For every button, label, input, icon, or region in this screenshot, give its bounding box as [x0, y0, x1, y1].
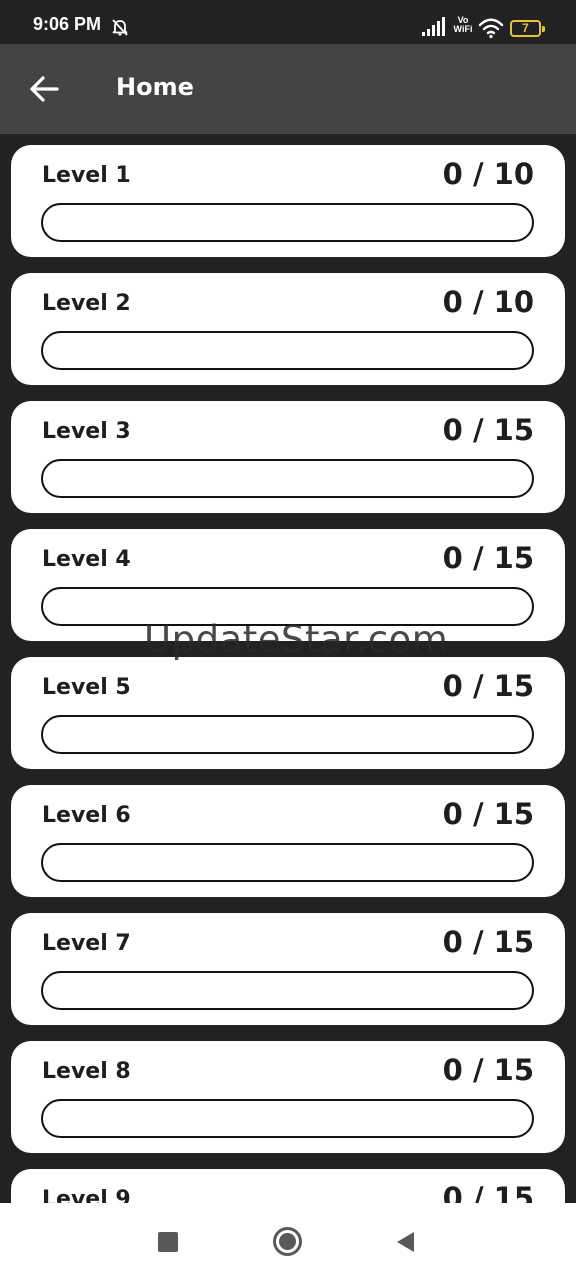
level-name: Level 7 [42, 931, 131, 956]
level-progress-count: 0 / 15 [442, 413, 534, 447]
vowifi-indicator: Vo WiFi [450, 16, 476, 34]
level-progress-count: 0 / 10 [442, 157, 534, 191]
recents-button[interactable] [158, 1232, 178, 1252]
level-progress-bar [41, 971, 534, 1010]
level-card[interactable]: Level 4 0 / 15 [11, 529, 565, 641]
level-progress-bar [41, 203, 534, 242]
level-progress-count: 0 / 15 [442, 669, 534, 703]
level-progress-count: 0 / 10 [442, 285, 534, 319]
level-progress-count: 0 / 15 [442, 541, 534, 575]
level-progress-bar [41, 715, 534, 754]
signal-icon [421, 17, 445, 37]
bell-muted-icon [110, 17, 130, 37]
arrow-left-icon [30, 76, 59, 102]
level-name: Level 9 [42, 1187, 131, 1203]
vowifi-bottom: WiFi [453, 24, 473, 34]
status-bar: 9:06 PM Vo WiFi 7 [0, 0, 576, 44]
level-name: Level 1 [42, 163, 131, 188]
home-button[interactable] [272, 1226, 303, 1257]
level-progress-bar [41, 843, 534, 882]
system-nav-bar [0, 1203, 576, 1280]
level-card[interactable]: Level 3 0 / 15 [11, 401, 565, 513]
level-progress-bar [41, 331, 534, 370]
level-name: Level 5 [42, 675, 131, 700]
level-card[interactable]: Level 9 0 / 15 [11, 1169, 565, 1203]
level-card[interactable]: Level 6 0 / 15 [11, 785, 565, 897]
level-progress-bar [41, 587, 534, 626]
level-card[interactable]: Level 8 0 / 15 [11, 1041, 565, 1153]
level-card[interactable]: Level 1 0 / 10 [11, 145, 565, 257]
level-list[interactable]: Level 10 / 10 Level 20 / 10 Level 30 / 15 L… [0, 134, 576, 1203]
wifi-icon [478, 17, 504, 39]
level-card[interactable]: Level 7 0 / 15 [11, 913, 565, 1025]
level-progress-bar [41, 1099, 534, 1138]
triangle-back-icon [397, 1232, 414, 1252]
level-name: Level 4 [42, 547, 131, 572]
level-name: Level 8 [42, 1059, 131, 1084]
battery-icon: 7 [510, 20, 545, 37]
level-name: Level 3 [42, 419, 131, 444]
level-progress-bar [41, 459, 534, 498]
status-time: 9:06 PM [33, 14, 102, 34]
level-progress-count: 0 / 15 [442, 797, 534, 831]
nav-back-button[interactable] [394, 1230, 416, 1254]
level-progress-count: 0 / 15 [442, 925, 534, 959]
level-card[interactable]: Level 5 0 / 15 [11, 657, 565, 769]
level-card[interactable]: Level 2 0 / 10 [11, 273, 565, 385]
level-progress-count: 0 / 15 [442, 1053, 534, 1087]
back-button[interactable] [26, 70, 64, 108]
page-title: Home [116, 73, 194, 101]
circle-icon [273, 1227, 302, 1256]
app-bar: Home [0, 44, 576, 134]
level-progress-count: 0 / 15 [442, 1181, 534, 1203]
level-name: Level 6 [42, 803, 131, 828]
level-name: Level 2 [42, 291, 131, 316]
